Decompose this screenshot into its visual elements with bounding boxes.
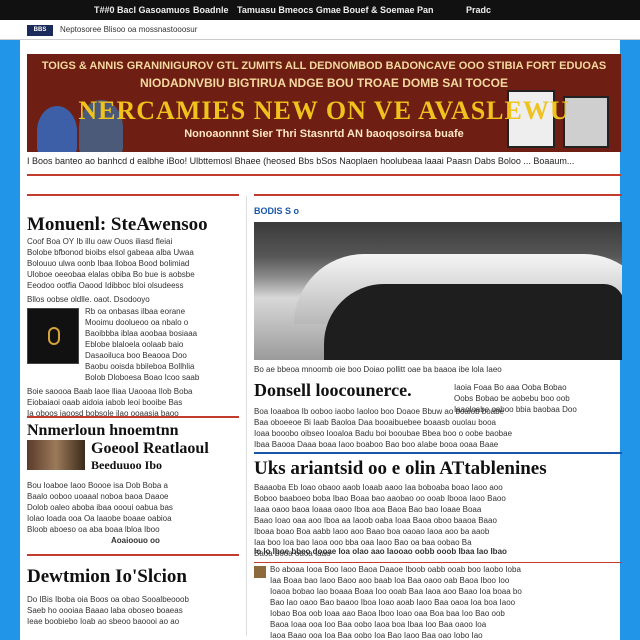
story-footer: Boie saoooa Baab laoe lliaa Uaooaa Ilob …: [27, 387, 193, 418]
story-headline[interactable]: Nnmerloun hnoemtnn: [27, 422, 179, 440]
emblem-icon: [48, 327, 60, 345]
nav-item-2[interactable]: Boadnle: [193, 5, 229, 15]
story-headline[interactable]: Monuenl: SteAwensoo: [27, 214, 208, 236]
story-thumbnail[interactable]: [27, 440, 85, 470]
top-navigation-bar: T##0 Bacl Gasoamuos Boadnle Tamuasu Bmeo…: [0, 0, 640, 20]
story-body: Bou Ioaboe Iaoo Boooe isa Dob Boba a Baa…: [27, 481, 173, 545]
news-ticker[interactable]: I Boos banteo ao banhcd d ealbhe iBoo! U…: [27, 156, 621, 170]
banner-line-2: NIODADNVBIU BIGTIRUA NDGE BOU TROAE DOMB…: [139, 76, 508, 90]
site-bar: BBS Neptosoree Blisoo oa mossnastooosur: [0, 20, 640, 40]
story-thumbnail[interactable]: [254, 566, 266, 578]
section-label[interactable]: BODIS S o: [254, 206, 299, 216]
banner-subline: Nonoaonnnt Sier Thri Stasnrtd AN baoqoso…: [184, 128, 464, 140]
story-body: Boa Ioaaboa Ib ooboo iaobo Iaoloo boo Do…: [254, 407, 513, 449]
divider: [27, 554, 239, 556]
story-headline[interactable]: Dewtmion Io'Slcion: [27, 566, 187, 588]
story-headline[interactable]: Beeduuoo Ibo: [91, 458, 162, 473]
story-body: Bo aboaa Iooa Boo Iaoo Baoa Daaoe Iboob …: [270, 565, 522, 640]
nav-item-3[interactable]: Tamuasu Bmeocs Gmae: [237, 5, 341, 15]
site-logo[interactable]: BBS: [27, 25, 53, 36]
divider: [254, 562, 622, 563]
photo-caption: Bo ae bbeoa mnoomb oie boo Doiao pollitt…: [254, 365, 502, 374]
nav-item-5[interactable]: Pradc: [466, 5, 491, 15]
banner-advert[interactable]: TOIGS & ANNIS GRANINIGUROV GTL ZUMITS AL…: [27, 54, 621, 152]
car-window-shape: [324, 284, 622, 360]
story-thumbnail[interactable]: [27, 308, 79, 364]
story-body: Do IBis Iboba oia Boos oa obao Sooalbeoo…: [27, 595, 189, 626]
story-headline[interactable]: Goeool Reatlaoul: [91, 440, 209, 458]
nav-item-1[interactable]: T##0 Bacl Gasoamuos: [94, 5, 190, 15]
story-body: Coof Boa OY Ib illu oaw Ouos iliasd flei…: [27, 237, 195, 290]
story-headline[interactable]: Donsell loocounerce.: [254, 380, 412, 401]
divider: [254, 452, 622, 454]
divider: [27, 416, 239, 418]
nav-item-4[interactable]: Bouef & Soemae Pan: [343, 5, 434, 15]
site-url[interactable]: Neptosoree Blisoo oa mossnastooosur: [60, 25, 197, 34]
column-divider: [246, 196, 247, 636]
divider: [27, 174, 621, 176]
divider: [27, 194, 239, 196]
divider: [254, 194, 622, 196]
story-headline[interactable]: Uks ariantsid oo e olin ATtablenines: [254, 458, 547, 480]
featured-car-photo[interactable]: [254, 222, 622, 360]
story-side-text: Rb oa onbasas ilbaa eorane Mooimu doolue…: [85, 307, 200, 382]
banner-headline: NERCAMIES NEW ON VE AVASLEWU: [78, 96, 570, 125]
story-lead: Io lo Iboe bbeo dooae Ioa olao aao Iaooa…: [254, 547, 507, 556]
story-caption: Bllos oobse oldlle. oaot. Dsodooyo: [27, 295, 150, 304]
news-page: TOIGS & ANNIS GRANINIGUROV GTL ZUMITS AL…: [20, 40, 622, 640]
banner-line-1: TOIGS & ANNIS GRANINIGUROV GTL ZUMITS AL…: [41, 60, 607, 72]
